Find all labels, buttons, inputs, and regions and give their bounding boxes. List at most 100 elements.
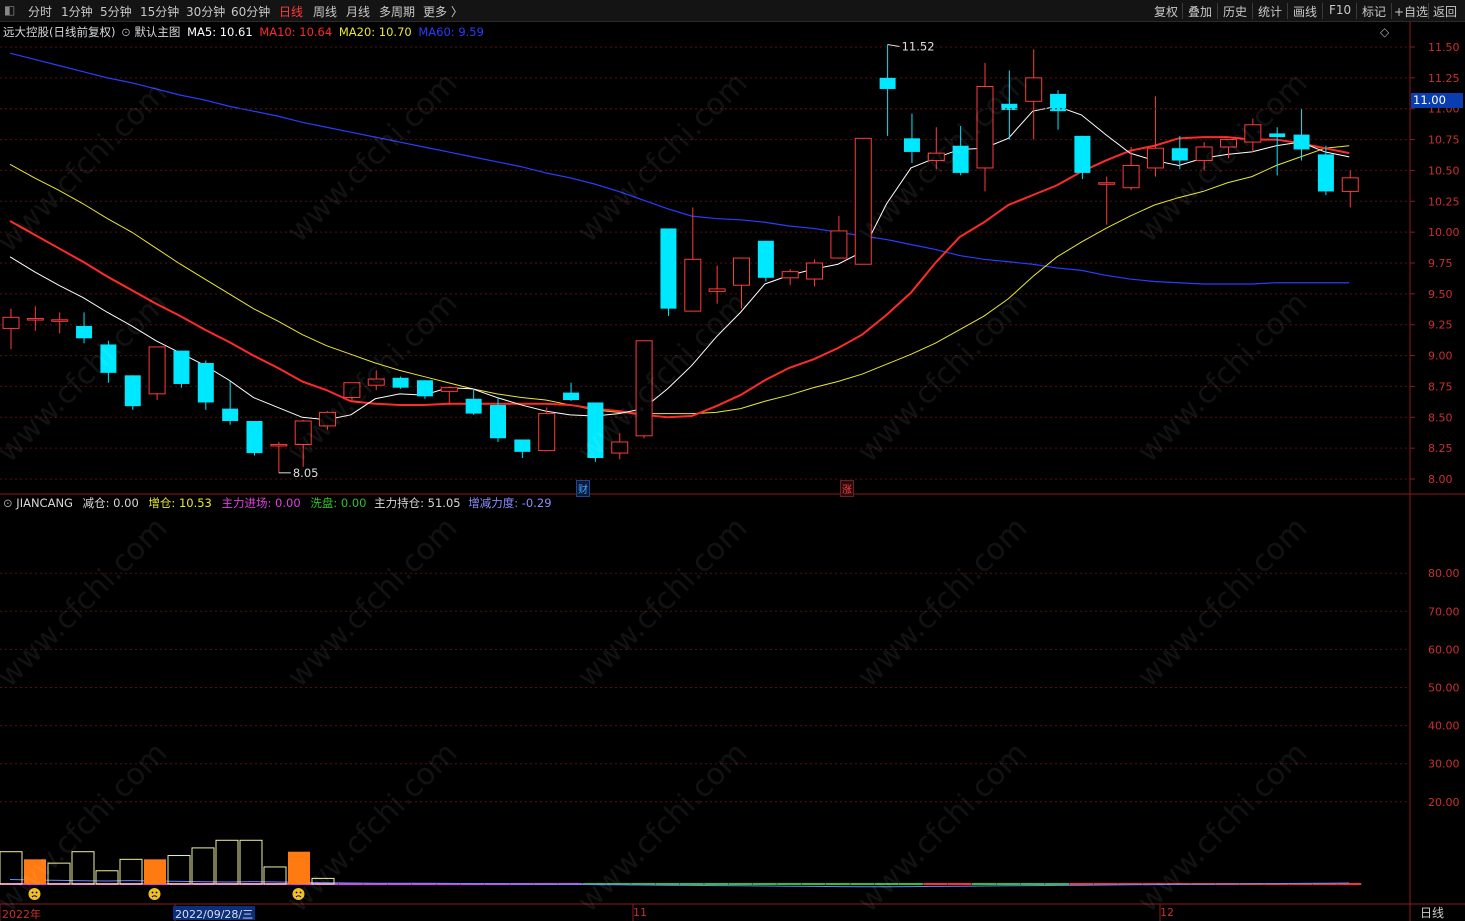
- price-axis-label: 9.50: [1428, 288, 1453, 301]
- indicator-axis-label: 30.00: [1428, 758, 1460, 771]
- ma10-value: MA10: 10.64: [259, 25, 333, 39]
- orange-bar: [144, 859, 166, 884]
- candle-body-up: [1122, 164, 1140, 189]
- candle-body-up: [854, 137, 872, 265]
- candle-body-down: [879, 77, 896, 89]
- candle-body-up: [440, 387, 458, 392]
- tab-more[interactable]: 更多 〉: [423, 3, 463, 20]
- limit-up-marker[interactable]: 涨: [840, 480, 854, 497]
- history-button[interactable]: 历史: [1223, 3, 1247, 20]
- candle-body-down: [1317, 154, 1334, 192]
- tab-60min[interactable]: 60分钟: [231, 3, 270, 20]
- price-axis-label: 9.75: [1428, 257, 1453, 270]
- candle-body-up: [1098, 182, 1116, 185]
- sad-face-eye: [155, 891, 158, 894]
- indicator-axis-label: 50.00: [1428, 682, 1460, 695]
- price-axis-label: 11.25: [1428, 72, 1460, 85]
- zhuli-jinchang-value: 主力进场: 0.00: [221, 496, 301, 510]
- candle-body-down: [1074, 135, 1091, 173]
- draw-line-button[interactable]: 画线: [1293, 3, 1317, 20]
- hollow-bar: [215, 839, 239, 885]
- tab-30min[interactable]: 30分钟: [186, 3, 225, 20]
- jiancang-value: 减仓: 0.00: [82, 496, 139, 510]
- tab-1min[interactable]: 1分钟: [61, 3, 93, 20]
- candle-body-down: [1269, 133, 1286, 138]
- price-axis-label: 8.50: [1428, 411, 1453, 424]
- hollow-bar: [167, 855, 191, 885]
- price-axis-label: 9.00: [1428, 350, 1453, 363]
- candle-body-up: [830, 230, 848, 259]
- candle-body-up: [26, 318, 44, 321]
- indicator-axis-label: 70.00: [1428, 605, 1460, 618]
- zhuli-chicang-value: 主力持仓: 51.05: [374, 496, 461, 510]
- candle-body-up: [684, 258, 702, 312]
- settings-icon[interactable]: ⊙: [121, 25, 131, 39]
- indicator-settings-icon[interactable]: ⊙: [3, 496, 13, 510]
- tab-fenshi[interactable]: 分时: [28, 3, 52, 20]
- hollow-bar: [239, 839, 263, 885]
- x-label-nov: 11: [633, 906, 647, 919]
- stock-name: 远大控股: [3, 25, 49, 39]
- tab-15min[interactable]: 15分钟: [140, 3, 179, 20]
- ma60-value: MA60: 9.59: [418, 25, 484, 39]
- candle-body-down: [903, 138, 920, 152]
- date-cursor-label: 2022/09/28/三: [173, 906, 256, 921]
- price-axis-label: 10.50: [1428, 164, 1460, 177]
- candle-body-up: [781, 271, 799, 279]
- price-axis-label: 8.25: [1428, 442, 1453, 455]
- mark-button[interactable]: 标记: [1362, 3, 1386, 20]
- period-label: 日线: [1420, 906, 1445, 920]
- tab-weekly[interactable]: 周线: [313, 3, 337, 20]
- hollow-bar: [191, 847, 215, 885]
- candle-body-up: [2, 316, 20, 329]
- overlay-button[interactable]: 叠加: [1188, 3, 1212, 20]
- indicator-axis-label: 80.00: [1428, 567, 1460, 580]
- add-watchlist-button[interactable]: +自选: [1394, 3, 1428, 20]
- tab-daily[interactable]: 日线: [279, 3, 303, 20]
- price-axis-label: 10.00: [1428, 226, 1460, 239]
- back-button[interactable]: 返回: [1433, 3, 1457, 20]
- indicator-name[interactable]: JIANCANG: [16, 496, 73, 510]
- price-axis-label: 10.25: [1428, 195, 1460, 208]
- candle-body-down: [197, 362, 214, 403]
- candle-body-down: [124, 375, 141, 407]
- tab-monthly[interactable]: 月线: [346, 3, 370, 20]
- candle-body-up: [806, 262, 824, 280]
- candle-body-down: [173, 350, 190, 384]
- main-chart-legend: 远大控股(日线前复权) ⊙ 默认主图 MA5: 10.61 MA10: 10.6…: [3, 24, 484, 40]
- candle-body-down: [757, 240, 774, 278]
- collapse-icon[interactable]: ◧: [4, 3, 15, 17]
- candle-body-down: [1293, 134, 1310, 150]
- indicator-legend: ⊙ JIANCANG 减仓: 0.00 增仓: 10.53 主力进场: 0.00…: [3, 495, 552, 511]
- price-axis-label: 8.00: [1428, 473, 1453, 486]
- diamond-icon: ◇: [1380, 25, 1390, 39]
- finance-marker[interactable]: 财: [576, 480, 590, 497]
- fuquan-button[interactable]: 复权: [1154, 3, 1178, 20]
- candle-body-down: [465, 398, 482, 414]
- candle-body-down: [1050, 93, 1067, 112]
- price-axis-label: 8.75: [1428, 380, 1453, 393]
- tab-multi-period[interactable]: 多周期: [379, 3, 415, 20]
- hollow-bar: [95, 870, 119, 885]
- zengjian-lidu-value: 增减力度: -0.29: [468, 496, 552, 510]
- ma60-line: [9, 52, 1350, 285]
- xipan-value: 洗盘: 0.00: [310, 496, 367, 510]
- candle-body-down: [514, 439, 531, 452]
- candle-body-down: [1171, 148, 1188, 161]
- candle-body-up: [148, 346, 166, 395]
- tab-5min[interactable]: 5分钟: [100, 3, 132, 20]
- f10-button[interactable]: F10: [1329, 3, 1351, 17]
- adjust-mode: (日线前复权): [49, 25, 116, 39]
- sad-face-circle: [148, 888, 161, 900]
- ma20-value: MA20: 10.70: [338, 25, 412, 39]
- candle-body-down: [660, 228, 677, 309]
- indicator-axis-label: 20.00: [1428, 796, 1460, 809]
- candle-body-up: [538, 413, 556, 452]
- price-axis-label: 9.25: [1428, 319, 1453, 332]
- chart-name[interactable]: 默认主图: [134, 25, 180, 39]
- price-axis-label: 10.75: [1428, 134, 1460, 147]
- candle-body-down: [490, 404, 506, 439]
- period-toolbar: ◧ 分时 1分钟 5分钟 15分钟 30分钟 60分钟 日线 周线 月线 多周期…: [0, 0, 1465, 22]
- statistics-button[interactable]: 统计: [1258, 3, 1282, 20]
- sad-face-eye: [151, 891, 154, 894]
